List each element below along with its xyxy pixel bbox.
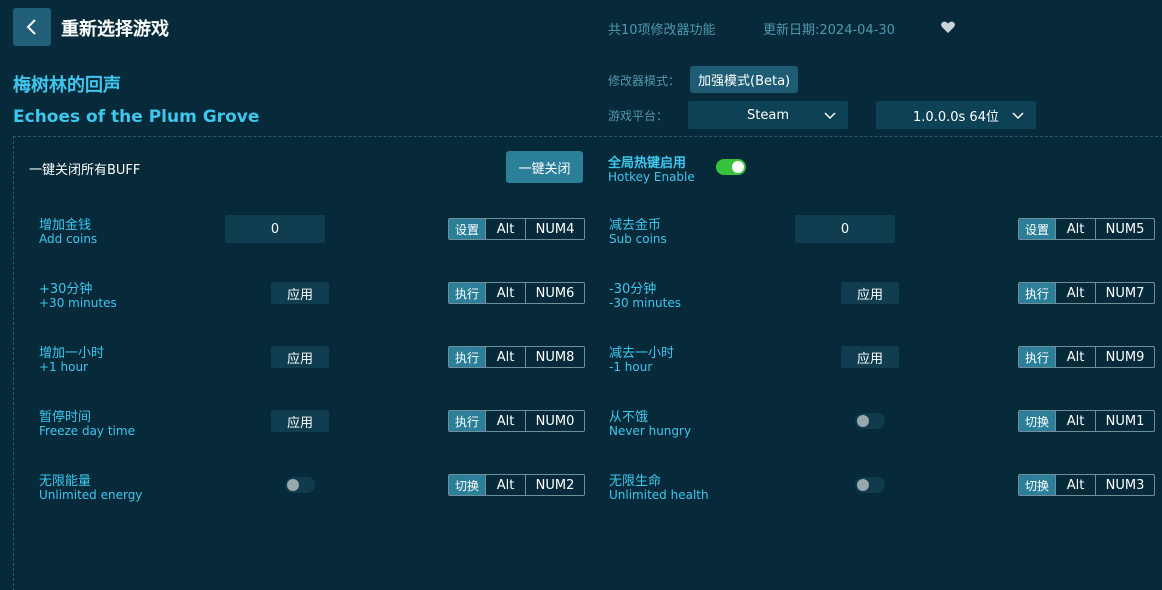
hotkey-modifier: Alt (1055, 475, 1095, 495)
toggle-knob (857, 415, 869, 427)
heart-icon[interactable] (940, 19, 956, 35)
cheat-label-en: Unlimited health (609, 488, 709, 502)
toggle-knob (857, 479, 869, 491)
hotkey-action[interactable]: 切换 (449, 475, 485, 495)
hotkey-action[interactable]: 切换 (1019, 475, 1055, 495)
hotkey-enable-label-en: Hotkey Enable (608, 170, 695, 184)
hotkey-modifier: Alt (1055, 219, 1095, 239)
add-coins-input[interactable]: 0 (225, 215, 325, 243)
hotkey-action[interactable]: 执行 (1019, 347, 1055, 367)
chevron-down-icon (824, 112, 836, 120)
cheat-label-en: Sub coins (609, 232, 667, 246)
hotkey-unlimited-energy[interactable]: 切换 Alt NUM2 (448, 474, 585, 496)
cheat-panel (13, 136, 1162, 590)
hotkey-key: NUM0 (525, 411, 584, 431)
chevron-left-icon (26, 19, 36, 35)
hotkey-freeze-day-time[interactable]: 执行 Alt NUM0 (448, 410, 585, 432)
cheat-label-en: +30 minutes (39, 296, 117, 310)
hotkey-modifier: Alt (1055, 283, 1095, 303)
hotkey-key: NUM4 (525, 219, 584, 239)
apply-button[interactable]: 应用 (841, 282, 899, 304)
hotkey-key: NUM8 (525, 347, 584, 367)
hotkey-modifier: Alt (485, 347, 525, 367)
never-hungry-toggle[interactable] (855, 413, 885, 429)
cheat-label-cn: 无限能量 (39, 474, 92, 489)
hotkey-add-coins[interactable]: 设置 Alt NUM4 (448, 218, 585, 240)
page-title: 重新选择游戏 (61, 19, 169, 40)
cheat-label-cn: +30分钟 (39, 282, 93, 297)
cheat-label-cn: 增加金钱 (39, 218, 92, 233)
hotkey-action[interactable]: 执行 (449, 411, 485, 431)
feature-count: 共10项修改器功能 (608, 23, 716, 38)
cheat-label-en: Unlimited energy (39, 488, 143, 502)
buff-label: 一键关闭所有BUFF (29, 163, 141, 178)
hotkey-unlimited-health[interactable]: 切换 Alt NUM3 (1018, 474, 1155, 496)
toggle-knob (732, 161, 744, 173)
update-date: 更新日期:2024-04-30 (763, 23, 895, 38)
version-select[interactable]: 1.0.0.0s 64位 (876, 101, 1036, 129)
hotkey-sub-coins[interactable]: 设置 Alt NUM5 (1018, 218, 1155, 240)
hotkey-enable-toggle[interactable] (716, 159, 746, 175)
hotkey-key: NUM2 (525, 475, 584, 495)
hotkey-modifier: Alt (485, 219, 525, 239)
hotkey-modifier: Alt (485, 475, 525, 495)
hotkey-key: NUM9 (1095, 347, 1154, 367)
hotkey-action[interactable]: 设置 (1019, 219, 1055, 239)
hotkey-key: NUM3 (1095, 475, 1154, 495)
hotkey-enable-label-cn: 全局热键启用 (608, 156, 687, 171)
apply-button[interactable]: 应用 (271, 346, 329, 368)
cheat-label-cn: 减去金币 (609, 218, 662, 233)
hotkey-modifier: Alt (1055, 347, 1095, 367)
cheat-label-cn: 增加一小时 (39, 346, 105, 361)
sub-coins-input[interactable]: 0 (795, 215, 895, 243)
hotkey-action[interactable]: 执行 (449, 283, 485, 303)
hotkey-modifier: Alt (485, 411, 525, 431)
platform-select-value: Steam (747, 107, 789, 123)
hotkey-modifier: Alt (1055, 411, 1095, 431)
hotkey-key: NUM1 (1095, 411, 1154, 431)
toggle-knob (287, 479, 299, 491)
cheat-label-cn: 暂停时间 (39, 410, 92, 425)
game-title-cn: 梅树林的回声 (13, 75, 121, 96)
mode-label: 修改器模式： (608, 74, 681, 88)
cheat-label-cn: -30分钟 (609, 282, 657, 297)
platform-label: 游戏平台： (608, 109, 669, 123)
cheat-label-en: Freeze day time (39, 424, 135, 438)
hotkey-modifier: Alt (485, 283, 525, 303)
cheat-label-cn: 无限生命 (609, 474, 662, 489)
cheat-label-en: Add coins (39, 232, 98, 246)
cheat-label-cn: 减去一小时 (609, 346, 675, 361)
version-select-value: 1.0.0.0s 64位 (913, 109, 999, 125)
hotkey-minus-30-minutes[interactable]: 执行 Alt NUM7 (1018, 282, 1155, 304)
hotkey-action[interactable]: 设置 (449, 219, 485, 239)
hotkey-key: NUM6 (525, 283, 584, 303)
back-button[interactable] (13, 8, 51, 46)
hotkey-key: NUM5 (1095, 219, 1154, 239)
hotkey-minus-1-hour[interactable]: 执行 Alt NUM9 (1018, 346, 1155, 368)
cheat-label-en: -30 minutes (609, 296, 681, 310)
hotkey-action[interactable]: 切换 (1019, 411, 1055, 431)
cheat-label-en: +1 hour (39, 360, 88, 374)
apply-button[interactable]: 应用 (841, 346, 899, 368)
apply-button[interactable]: 应用 (271, 410, 329, 432)
hotkey-never-hungry[interactable]: 切换 Alt NUM1 (1018, 410, 1155, 432)
hotkey-action[interactable]: 执行 (1019, 283, 1055, 303)
apply-button[interactable]: 应用 (271, 282, 329, 304)
platform-select[interactable]: Steam (688, 101, 848, 129)
unlimited-health-toggle[interactable] (855, 477, 885, 493)
mode-badge[interactable]: 加强模式(Beta) (690, 66, 799, 93)
unlimited-energy-toggle[interactable] (285, 477, 315, 493)
close-all-button[interactable]: 一键关闭 (506, 151, 583, 183)
hotkey-plus-1-hour[interactable]: 执行 Alt NUM8 (448, 346, 585, 368)
cheat-label-cn: 从不饿 (609, 410, 649, 425)
game-title-en: Echoes of the Plum Grove (13, 107, 260, 127)
hotkey-plus-30-minutes[interactable]: 执行 Alt NUM6 (448, 282, 585, 304)
cheat-label-en: Never hungry (609, 424, 692, 438)
cheat-label-en: -1 hour (609, 360, 653, 374)
chevron-down-icon (1012, 112, 1024, 120)
hotkey-action[interactable]: 执行 (449, 347, 485, 367)
hotkey-key: NUM7 (1095, 283, 1154, 303)
